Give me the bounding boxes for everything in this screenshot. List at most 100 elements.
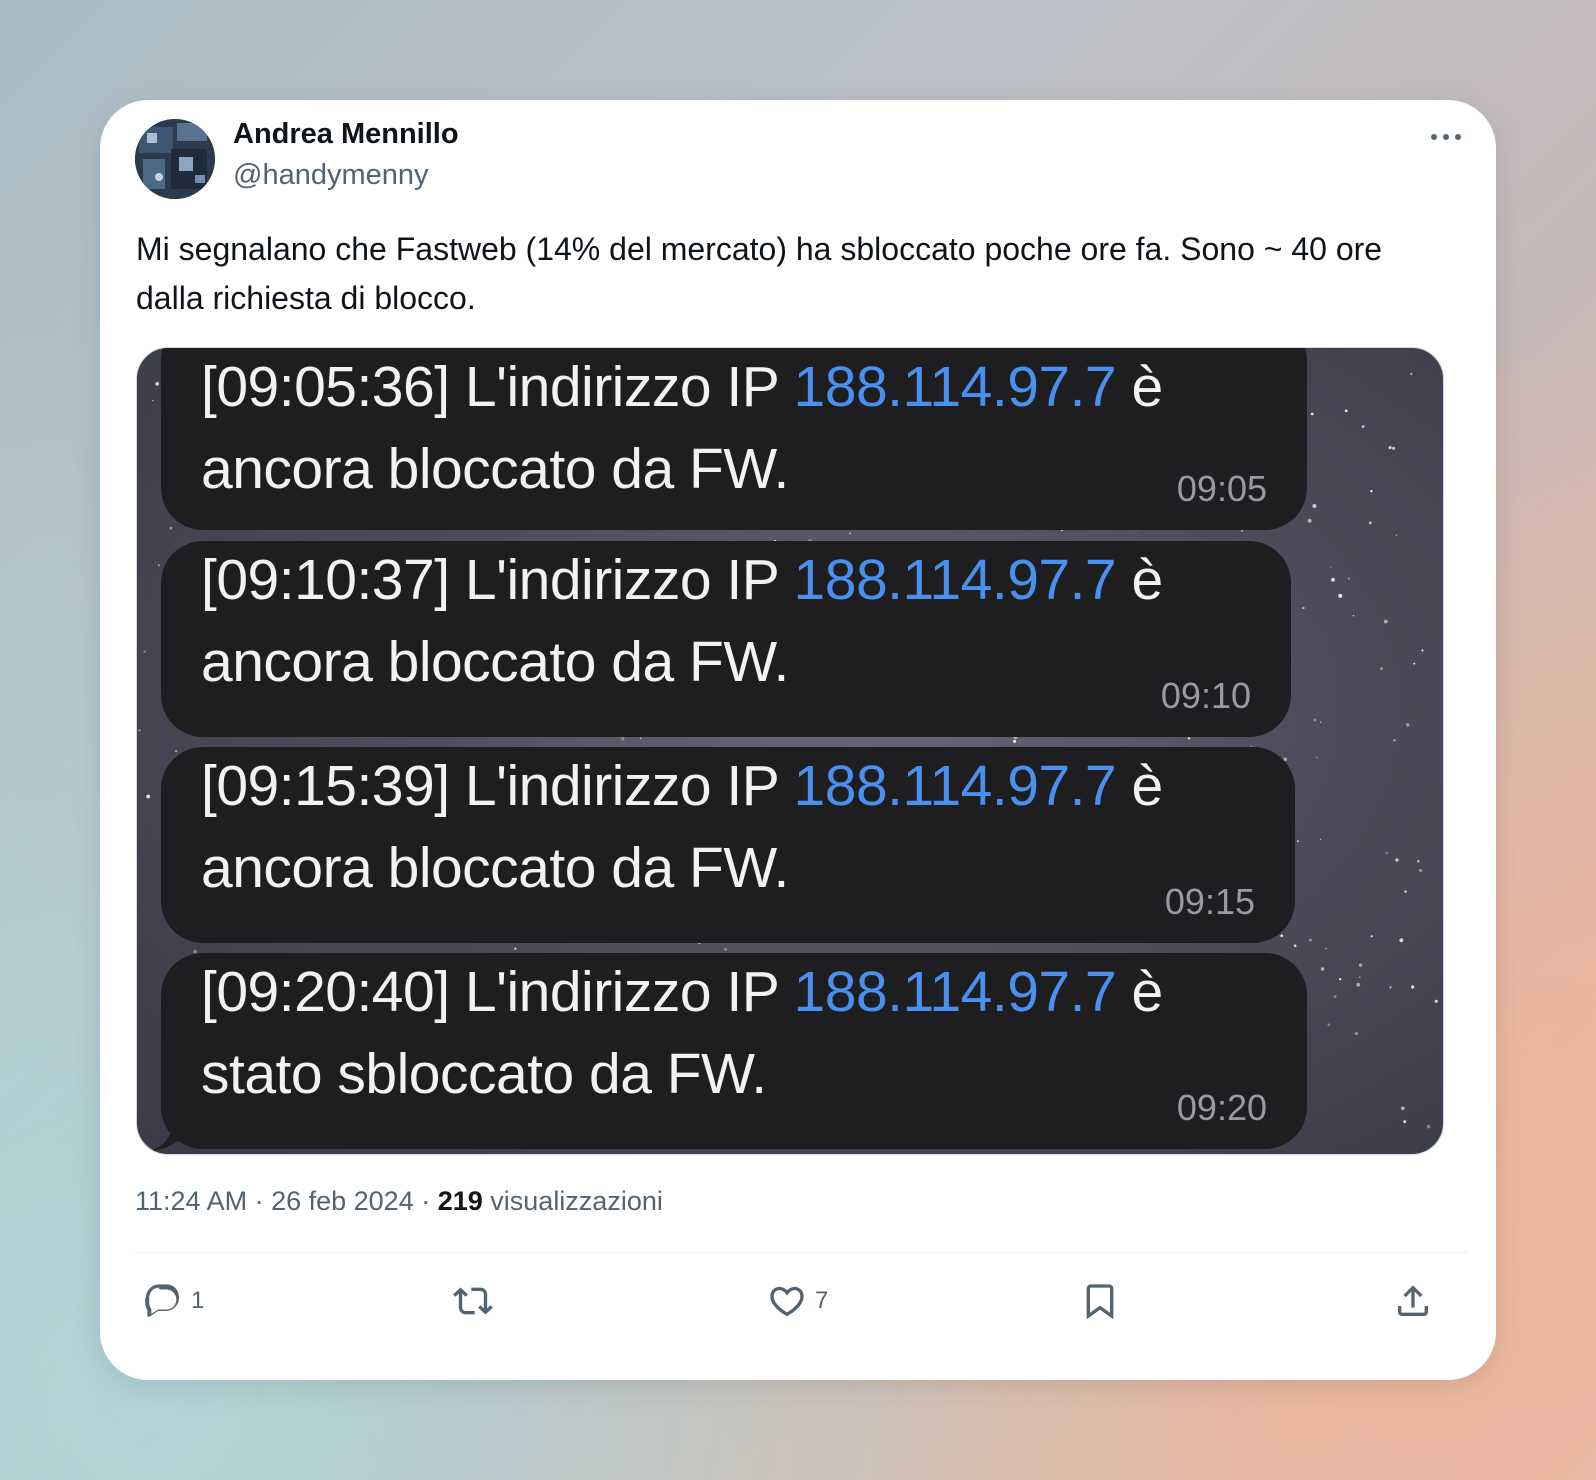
- reply-count: 1: [191, 1287, 205, 1314]
- message-bubble: [09:10:37] L'indirizzo IP 188.114.97.7 è…: [161, 541, 1291, 737]
- star: [1356, 982, 1361, 987]
- star: [1392, 446, 1396, 450]
- bookmark-icon: [1086, 1284, 1114, 1320]
- star: [1406, 723, 1410, 727]
- star: [1241, 529, 1243, 532]
- tweet-time[interactable]: 11:24 AM: [135, 1186, 247, 1216]
- star: [155, 382, 160, 386]
- share-button[interactable]: [1393, 1276, 1433, 1326]
- reply-button[interactable]: 1: [143, 1276, 204, 1326]
- star: [1413, 662, 1416, 665]
- ip-link[interactable]: 188.114.97.7: [794, 548, 1117, 612]
- star: [1327, 1023, 1331, 1027]
- ip-link[interactable]: 188.114.97.7: [794, 960, 1117, 1024]
- star: [1370, 935, 1373, 938]
- star: [849, 532, 851, 534]
- star: [621, 737, 625, 741]
- star: [639, 737, 642, 740]
- star: [1358, 963, 1363, 967]
- message-bubble: [09:05:36] L'indirizzo IP 188.114.97.7 è…: [161, 348, 1307, 530]
- views-count: 219: [437, 1186, 483, 1216]
- star: [1395, 534, 1398, 536]
- star: [1383, 619, 1388, 624]
- star: [1339, 978, 1342, 981]
- star: [1361, 425, 1365, 428]
- more-options-button[interactable]: [1426, 122, 1466, 152]
- message-suffix: è: [1116, 548, 1163, 612]
- avatar[interactable]: [135, 119, 215, 199]
- star: [1347, 577, 1350, 580]
- star: [1395, 858, 1399, 862]
- tweet-date[interactable]: 26 feb 2024: [271, 1186, 414, 1216]
- meta-separator: ·: [247, 1186, 272, 1216]
- message-suffix: è: [1116, 754, 1163, 818]
- star: [1330, 566, 1332, 568]
- message-line-1: [09:15:39] L'indirizzo IP 188.114.97.7 è: [201, 753, 1163, 819]
- action-bar: 1 7: [135, 1276, 1468, 1326]
- star: [152, 399, 154, 402]
- star: [138, 728, 141, 732]
- star: [1312, 504, 1317, 508]
- star: [1315, 756, 1318, 759]
- star: [175, 749, 178, 753]
- star: [1368, 521, 1372, 525]
- star: [1293, 944, 1297, 948]
- star: [1338, 593, 1343, 598]
- message-prefix: [09:20:40] L'indirizzo IP: [201, 960, 794, 1024]
- message-time: 09:20: [1176, 1087, 1267, 1128]
- message-line-1: [09:20:40] L'indirizzo IP 188.114.97.7 è: [201, 959, 1163, 1025]
- retweet-icon: [453, 1287, 493, 1315]
- star: [157, 564, 160, 567]
- message-time: 09:05: [1176, 468, 1267, 509]
- star: [1307, 518, 1312, 523]
- star: [169, 526, 173, 530]
- retweet-button[interactable]: [453, 1276, 501, 1326]
- star: [1296, 840, 1299, 843]
- star: [1354, 1031, 1359, 1036]
- message-line-2: ancora bloccato da FW.: [201, 437, 789, 501]
- author-handle[interactable]: @handymenny: [233, 159, 429, 192]
- star: [1380, 667, 1383, 670]
- like-button[interactable]: 7: [767, 1276, 828, 1326]
- reply-icon: [145, 1284, 180, 1317]
- star: [1320, 721, 1322, 723]
- ip-link[interactable]: 188.114.97.7: [794, 355, 1117, 419]
- star: [1325, 947, 1327, 950]
- star: [1404, 890, 1407, 893]
- message-line-1: [09:05:36] L'indirizzo IP 188.114.97.7 è: [201, 354, 1163, 420]
- star: [1352, 615, 1355, 617]
- star: [1359, 976, 1361, 978]
- views-label: visualizzazioni: [482, 1186, 663, 1216]
- star: [1411, 985, 1415, 989]
- star: [1426, 1124, 1431, 1129]
- star: [143, 650, 146, 653]
- message-prefix: [09:05:36] L'indirizzo IP: [201, 355, 794, 419]
- bubble-tail: [147, 1118, 187, 1152]
- message-line-1: [09:10:37] L'indirizzo IP 188.114.97.7 è: [201, 547, 1163, 613]
- ip-link[interactable]: 188.114.97.7: [794, 754, 1117, 818]
- star: [1344, 409, 1348, 413]
- message-bubble: [09:15:39] L'indirizzo IP 188.114.97.7 è…: [161, 747, 1295, 943]
- star: [723, 947, 728, 951]
- star: [1370, 489, 1373, 493]
- star: [1333, 995, 1337, 998]
- message-prefix: [09:10:37] L'indirizzo IP: [201, 548, 794, 612]
- author-name[interactable]: Andrea Mennillo: [233, 118, 459, 151]
- tweet-meta: 11:24 AM · 26 feb 2024 · 219 visualizzaz…: [135, 1186, 663, 1217]
- star: [1393, 739, 1396, 742]
- star: [1313, 718, 1317, 722]
- star: [1417, 860, 1420, 863]
- tweet-media-image[interactable]: [09:05:36] L'indirizzo IP 188.114.97.7 è…: [136, 347, 1444, 1155]
- meta-separator: ·: [413, 1186, 438, 1216]
- message-line-2: ancora bloccato da FW.: [201, 836, 789, 900]
- star: [1310, 412, 1314, 416]
- tweet-text: Mi segnalano che Fastweb (14% del mercat…: [136, 231, 1383, 316]
- message-suffix: è: [1116, 355, 1163, 419]
- star: [1280, 934, 1284, 938]
- divider: [135, 1252, 1468, 1253]
- star: [1403, 1120, 1407, 1124]
- bookmark-button[interactable]: [1080, 1276, 1120, 1326]
- star: [1434, 999, 1438, 1003]
- message-line-2: stato sbloccato da FW.: [201, 1042, 767, 1106]
- message-line-2: ancora bloccato da FW.: [201, 630, 789, 694]
